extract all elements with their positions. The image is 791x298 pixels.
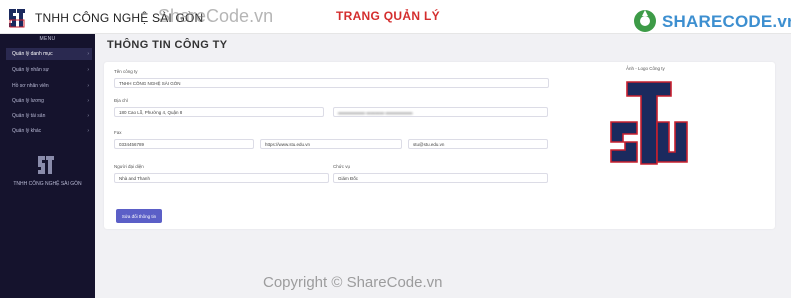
sidebar: MENU Quản lý danh mục › Quản lý nhân sự … xyxy=(0,34,95,298)
watermark-top: ShareCode.vn xyxy=(158,6,274,26)
website-input[interactable]: https://www.stu.edu.vn xyxy=(260,139,402,149)
sidebar-item-label: Quản lý danh mục xyxy=(12,51,53,57)
company-info-card: Tên công ty TNHH CÔNG NGHỆ SÀI GÒN Địa c… xyxy=(104,62,775,229)
chevron-right-icon: › xyxy=(87,67,89,73)
address-label: Địa chỉ xyxy=(114,98,128,103)
chevron-right-icon: › xyxy=(87,98,89,104)
representative-input[interactable]: Nhà and Thanh xyxy=(114,173,329,183)
sidebar-item-label: Hồ sơ nhân viên xyxy=(12,83,49,89)
sidebar-item-label: Quản lý khác xyxy=(12,128,42,134)
position-label: Chức vụ xyxy=(333,164,351,169)
company-logo-image[interactable] xyxy=(605,78,689,166)
page-title: THÔNG TIN CÔNG TY xyxy=(107,39,228,51)
sidebar-item-label: Quản lý lương xyxy=(12,98,44,104)
sidebar-item-assets[interactable]: Quản lý tài sản › xyxy=(6,110,92,122)
logo-label: Ảnh - Logo Công ty xyxy=(626,66,665,71)
sharecode-logo-icon xyxy=(634,10,656,32)
sidebar-item-label: Quản lý tài sản xyxy=(12,113,46,119)
chevron-right-icon: › xyxy=(87,83,89,89)
main-content: THÔNG TIN CÔNG TY Tên công ty TNHH CÔNG … xyxy=(95,34,791,298)
sharecode-logo: SHARECODE.vn xyxy=(632,8,791,34)
chevron-right-icon: › xyxy=(87,128,89,134)
stu-logo-icon xyxy=(38,156,54,174)
sidebar-item-personnel[interactable]: Quản lý nhân sự › xyxy=(6,64,92,76)
chevron-right-icon: › xyxy=(87,51,89,57)
sidebar-item-other[interactable]: Quản lý khác › xyxy=(6,125,92,137)
stu-logo-icon[interactable] xyxy=(6,6,28,30)
sidebar-item-salary[interactable]: Quản lý lương › xyxy=(6,95,92,107)
sidebar-item-employee-profile[interactable]: Hồ sơ nhân viên › xyxy=(6,80,92,92)
address-value: 180 Cao Lỗ, Phường 4, Quận 8 xyxy=(119,109,183,115)
position-input[interactable]: Giám Đốc xyxy=(333,173,548,183)
fax-label: Fax xyxy=(114,130,122,135)
company-name-label: Tên công ty xyxy=(114,69,138,74)
address-input[interactable]: 180 Cao Lỗ, Phường 4, Quận 8 xyxy=(114,107,324,117)
save-info-button[interactable]: Sửa đổi thông tin xyxy=(116,209,162,223)
chevron-right-icon: › xyxy=(87,113,89,119)
sidebar-company-name: TNHH CÔNG NGHỆ SÀI GÒN xyxy=(13,181,82,187)
admin-page-title: TRANG QUẢN LÝ xyxy=(336,9,440,23)
menu-title: MENU xyxy=(39,36,56,42)
address-extra-input[interactable]: ▬▬▬▬▬▬ ▬▬▬▬ ▬▬▬▬▬▬ xyxy=(333,107,548,117)
blurred-text: ▬▬▬▬▬▬ ▬▬▬▬ ▬▬▬▬▬▬ xyxy=(338,109,413,115)
email-input[interactable]: stu@stu.edu.vn xyxy=(408,139,548,149)
company-name-input[interactable]: TNHH CÔNG NGHỆ SÀI GÒN xyxy=(114,78,549,88)
watermark-bottom: Copyright © ShareCode.vn xyxy=(263,274,443,291)
top-bar: TNHH CÔNG NGHỆ SÀI GÒN ShareCode.vn TRAN… xyxy=(0,0,791,34)
sharecode-logo-text: SHARECODE.vn xyxy=(662,12,791,31)
sidebar-item-label: Quản lý nhân sự xyxy=(12,67,49,73)
sidebar-item-category[interactable]: Quản lý danh mục › xyxy=(6,48,92,60)
fax-input[interactable]: 0334456789 xyxy=(114,139,254,149)
representative-label: Người đại diện xyxy=(114,164,144,169)
